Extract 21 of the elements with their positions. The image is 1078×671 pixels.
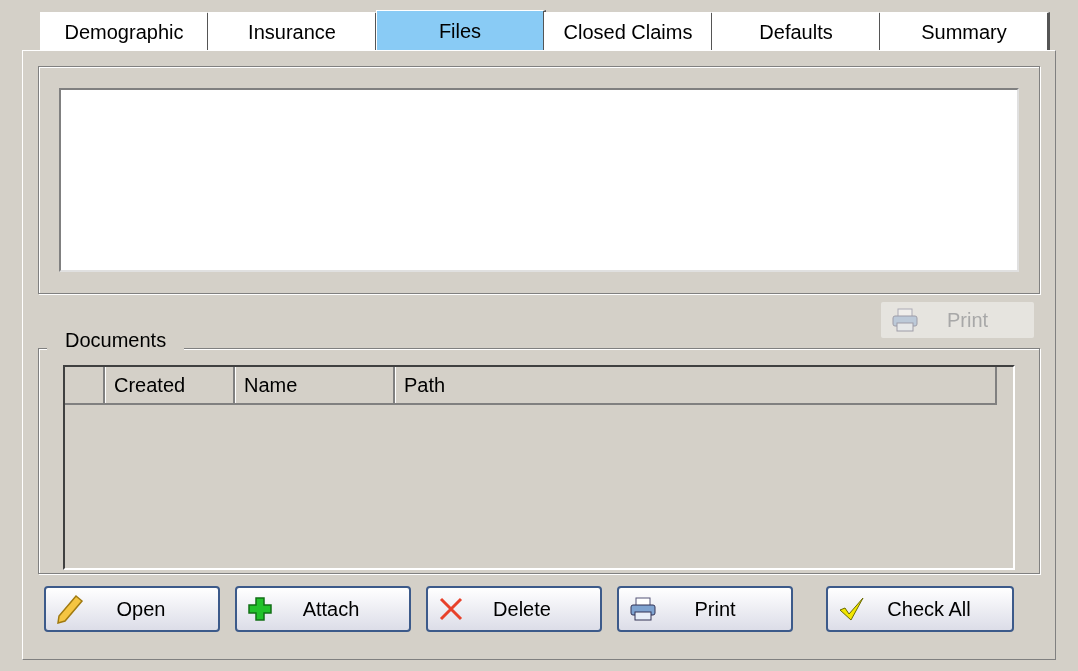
tab[interactable]: Insurance xyxy=(208,12,378,50)
tab[interactable]: Files xyxy=(376,10,546,50)
tab[interactable]: Summary xyxy=(880,12,1050,50)
column-header[interactable]: Path xyxy=(395,367,995,403)
pencil-icon xyxy=(56,594,84,624)
tab[interactable]: Defaults xyxy=(712,12,882,50)
column-header[interactable]: Created xyxy=(105,367,235,403)
column-header[interactable]: Name xyxy=(235,367,395,403)
action-button[interactable]: Open xyxy=(44,586,220,632)
checkmark-icon xyxy=(838,596,866,622)
plus-icon xyxy=(247,596,273,622)
action-button[interactable]: Check All xyxy=(826,586,1014,632)
action-button[interactable]: Delete xyxy=(426,586,602,632)
notes-field[interactable] xyxy=(59,88,1019,272)
tab[interactable]: Closed Claims xyxy=(544,12,714,50)
action-button[interactable]: Print xyxy=(617,586,793,632)
action-button[interactable]: Attach xyxy=(235,586,411,632)
printer-icon xyxy=(891,308,921,332)
delete-icon xyxy=(438,596,464,622)
tab[interactable]: Demographic xyxy=(40,12,210,50)
printer-icon xyxy=(629,597,659,621)
